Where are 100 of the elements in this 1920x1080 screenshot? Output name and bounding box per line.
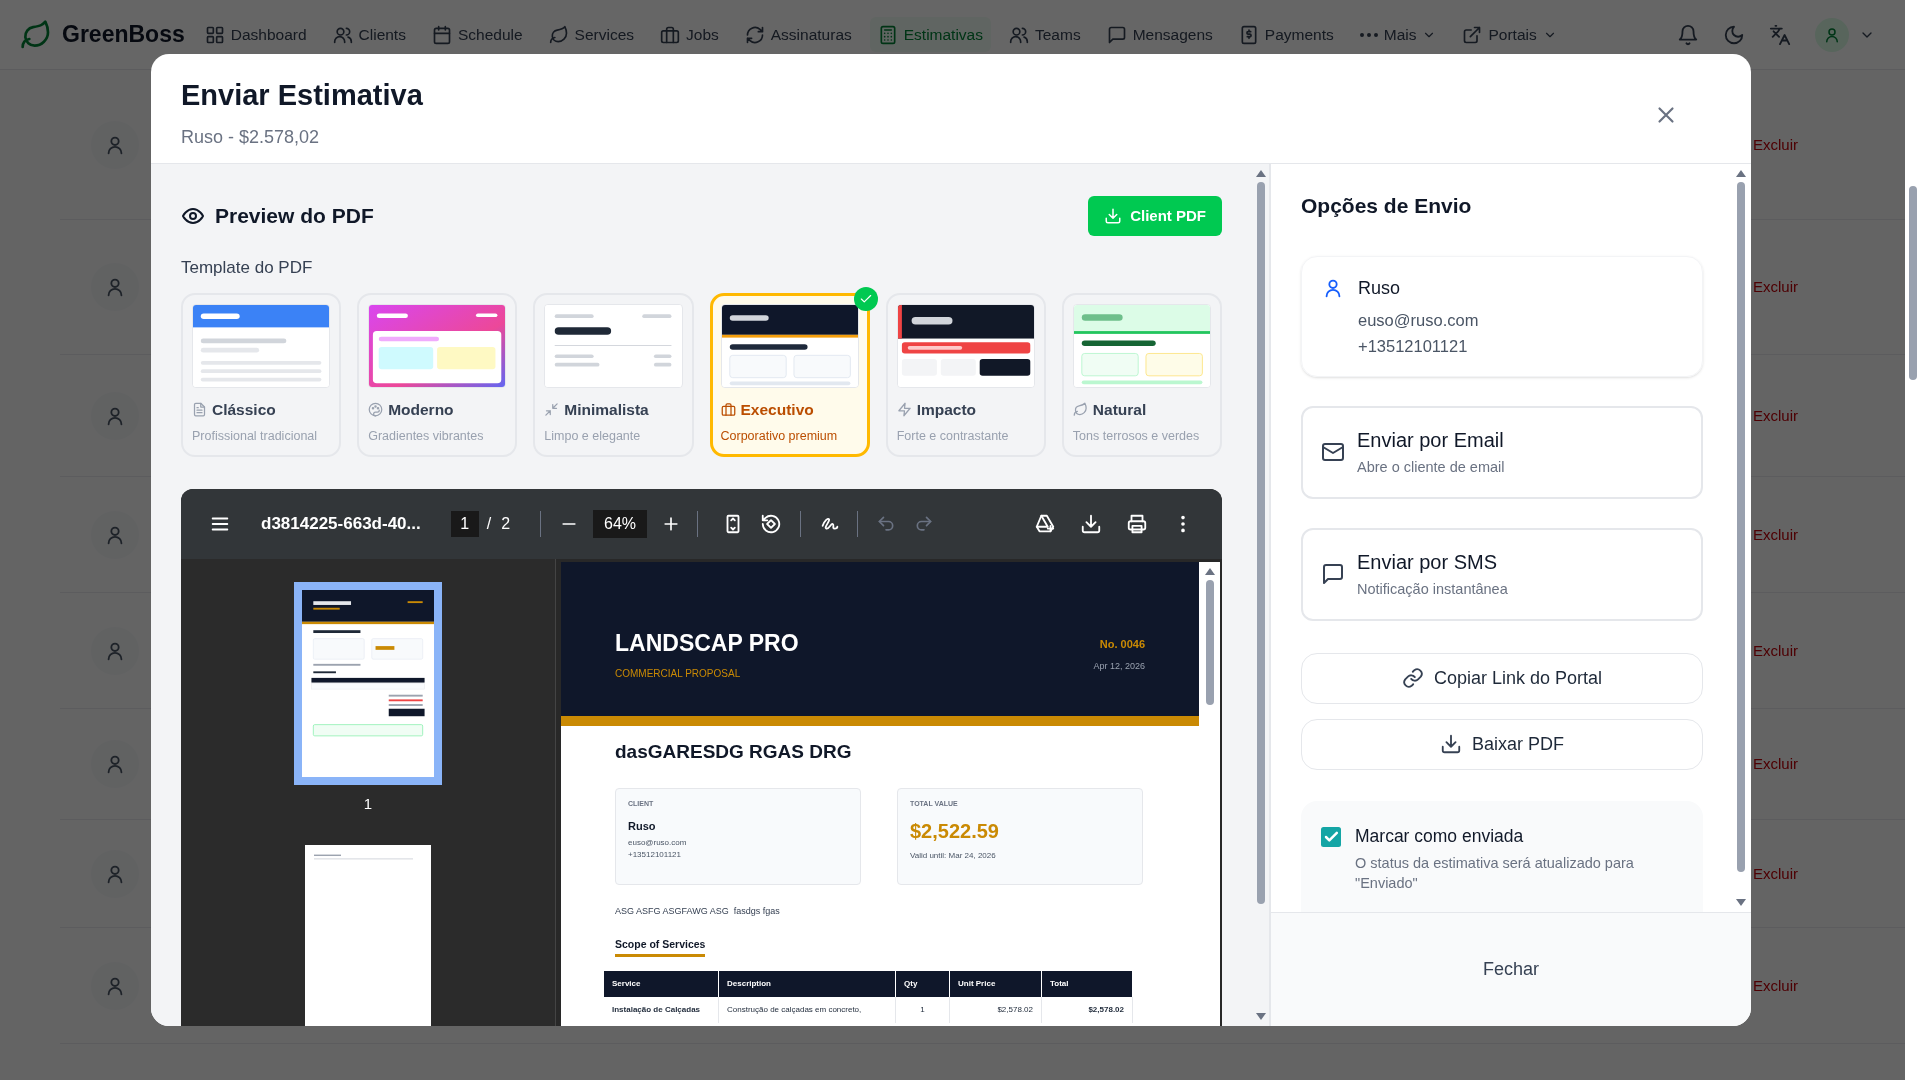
template-name: Moderno — [388, 399, 454, 420]
option-description: Notificação instantânea — [1357, 580, 1508, 600]
company-name: LANDSCAP PRO — [615, 628, 799, 658]
option-title: Enviar por SMS — [1357, 550, 1499, 576]
delete-link[interactable]: Excluir — [1753, 278, 1798, 295]
template-card[interactable]: Moderno Gradientes vibrantes — [357, 292, 518, 457]
table-cell: Instalação de Calçadas — [604, 997, 719, 1024]
document-type: COMMERCIAL PROPOSAL — [615, 667, 742, 681]
action-button[interactable]: Copiar Link do Portal — [1301, 652, 1703, 704]
template-name: Impacto — [916, 399, 977, 420]
palette-icon — [368, 401, 384, 417]
rotate-icon[interactable] — [760, 512, 783, 535]
nav-link[interactable]: Estimativas — [869, 16, 991, 53]
option-title: Enviar por Email — [1357, 428, 1505, 454]
page-number-field[interactable]: 1 — [450, 510, 479, 537]
section-title: Scope of Services — [615, 936, 706, 958]
nav-link[interactable]: Services — [540, 16, 642, 53]
translate-icon[interactable] — [1769, 23, 1791, 46]
page-count: 2 — [501, 513, 511, 534]
delete-link[interactable]: Excluir — [1753, 755, 1798, 772]
delete-link[interactable]: Excluir — [1753, 525, 1798, 543]
lightning-icon — [896, 401, 912, 417]
scrollbar[interactable] — [1199, 561, 1220, 1026]
send-option-button[interactable]: Enviar por SMS Notificação instantânea — [1301, 527, 1703, 621]
recipient-phone: +13512101121 — [1358, 336, 1469, 358]
drive-add-icon[interactable] — [1034, 512, 1056, 535]
template-description: Corporativo premium — [720, 427, 839, 445]
client-email: euso@ruso.com — [628, 837, 688, 849]
delete-link[interactable]: Excluir — [1753, 641, 1798, 659]
chat-icon — [1321, 562, 1345, 586]
send-option-button[interactable]: Enviar por Email Abre o cliente de email — [1301, 405, 1703, 499]
document-number: No. 0046 — [1099, 636, 1145, 652]
delete-link[interactable]: Excluir — [1753, 406, 1798, 424]
template-card[interactable]: Natural Tons terrosos e verdes — [1061, 292, 1222, 457]
template-card[interactable]: Impacto Forte e contrastante — [885, 292, 1046, 457]
template-description: Profissional tradicional — [192, 427, 319, 445]
nav-link[interactable]: Dashboard — [196, 16, 315, 53]
valid-until-text: Valid until: Mar 24, 2026 — [910, 849, 997, 862]
nav-link[interactable]: Mais — [1351, 16, 1445, 53]
total-amount: $2,522.59 — [910, 818, 1000, 844]
leaf-icon — [1072, 401, 1088, 417]
dialog-subtitle: Ruso - $2.578,02 — [181, 125, 321, 149]
page-label: 1 — [363, 793, 373, 814]
checkbox-label: Marcar como enviada — [1355, 824, 1525, 848]
table-header-cell: Description — [719, 971, 896, 998]
nav-link[interactable]: Teams — [1001, 16, 1089, 53]
template-description: Tons terrosos e verdes — [1072, 427, 1201, 445]
delete-link[interactable]: Excluir — [1753, 864, 1798, 882]
external-link-icon — [1462, 24, 1483, 45]
document-title: dasGARESDG RGAS DRG — [615, 739, 853, 764]
document-icon — [192, 401, 207, 417]
action-button[interactable]: Baixar PDF — [1301, 718, 1703, 770]
grid-icon — [204, 24, 225, 45]
table-cell: Construção de calçadas em concreto, — [719, 997, 896, 1024]
link-icon — [1401, 667, 1424, 689]
nav-link[interactable]: Assinaturas — [736, 16, 860, 53]
page-scrollbar[interactable] — [1905, 0, 1920, 1080]
leaf-icon — [548, 24, 569, 45]
nav-link[interactable]: Payments — [1230, 16, 1342, 53]
brand-name[interactable]: GreenBoss — [62, 17, 185, 52]
recipient-name: Ruso — [1358, 276, 1402, 300]
selected-check-icon — [853, 286, 878, 311]
page-thumbnail[interactable] — [294, 581, 442, 785]
template-name: Minimalista — [564, 399, 649, 420]
download-icon[interactable] — [1080, 512, 1102, 535]
checkbox[interactable] — [1321, 826, 1341, 847]
template-description: Forte e contrastante — [896, 427, 1010, 445]
more-icon — [1359, 31, 1378, 38]
moon-icon[interactable] — [1723, 23, 1745, 46]
print-icon[interactable] — [1126, 512, 1148, 535]
zoom-field[interactable]: 64% — [593, 509, 648, 538]
checkbox-description: O status da estimativa será atualizado para "Enviado" — [1355, 853, 1635, 893]
client-name: Ruso — [628, 818, 657, 834]
nav-link[interactable]: Schedule — [423, 16, 531, 53]
template-card[interactable]: Minimalista Limpo e elegante — [533, 292, 694, 457]
table-cell: $2,578.02 — [1042, 997, 1133, 1024]
leaf-logo-icon[interactable] — [20, 18, 52, 51]
dialog-title: Enviar Estimativa — [181, 78, 423, 113]
template-card[interactable]: Clássico Profissional tradicional — [181, 292, 342, 457]
download-icon — [1104, 207, 1123, 225]
client-pdf-button[interactable]: Client PDF — [1088, 196, 1222, 236]
template-description: Limpo e elegante — [544, 427, 642, 445]
delete-link[interactable]: Excluir — [1753, 135, 1798, 153]
template-card[interactable]: Executivo Corporativo premium — [709, 292, 870, 457]
nav-link[interactable]: Mensagens — [1098, 16, 1221, 53]
nav-link[interactable]: Clients — [324, 16, 414, 53]
calendar-icon — [431, 24, 452, 45]
refresh-icon — [744, 24, 765, 45]
nav-link[interactable]: Portais — [1454, 16, 1565, 53]
download-icon — [1440, 733, 1462, 755]
recipient-email: euso@ruso.com — [1358, 309, 1479, 331]
briefcase-icon — [720, 401, 736, 417]
file-name: d3814225-663d-40... — [261, 512, 421, 535]
nav-link[interactable]: Jobs — [652, 16, 727, 53]
client-phone: +13512101121 — [628, 849, 683, 861]
shrink-arrows-icon — [544, 401, 560, 417]
delete-link[interactable]: Excluir — [1753, 976, 1798, 994]
bell-icon[interactable] — [1677, 23, 1699, 46]
close-button[interactable]: Fechar — [1463, 948, 1559, 991]
scrollbar[interactable] — [1252, 164, 1269, 1026]
